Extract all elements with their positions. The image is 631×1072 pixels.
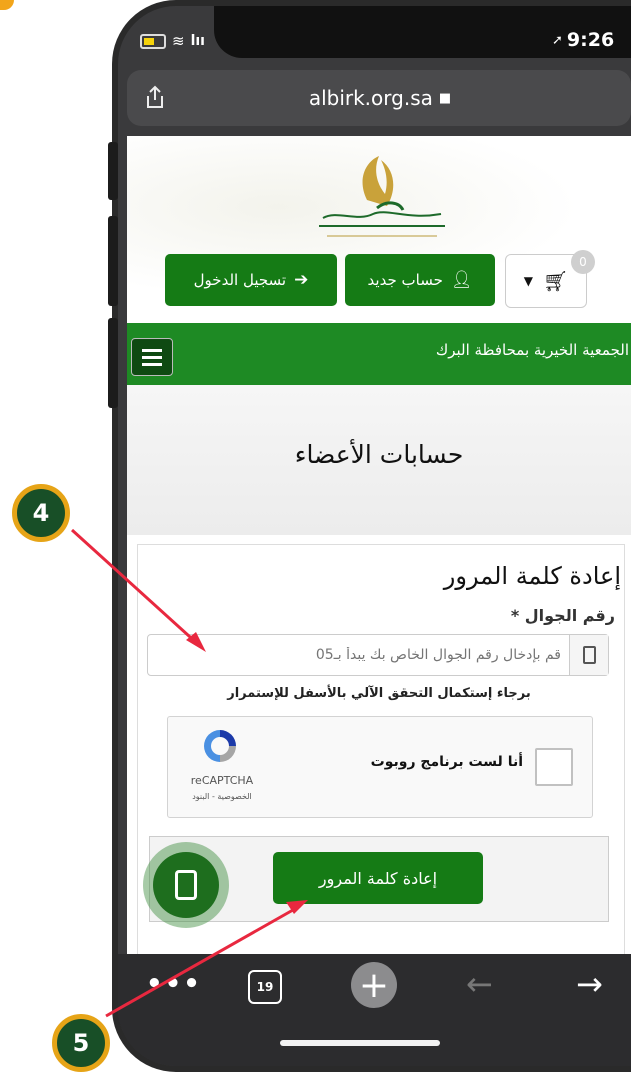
- step-badge-5: 5: [52, 1014, 110, 1072]
- annotation-arrows: [70, 528, 308, 1018]
- step-badge-4: 4: [12, 484, 70, 542]
